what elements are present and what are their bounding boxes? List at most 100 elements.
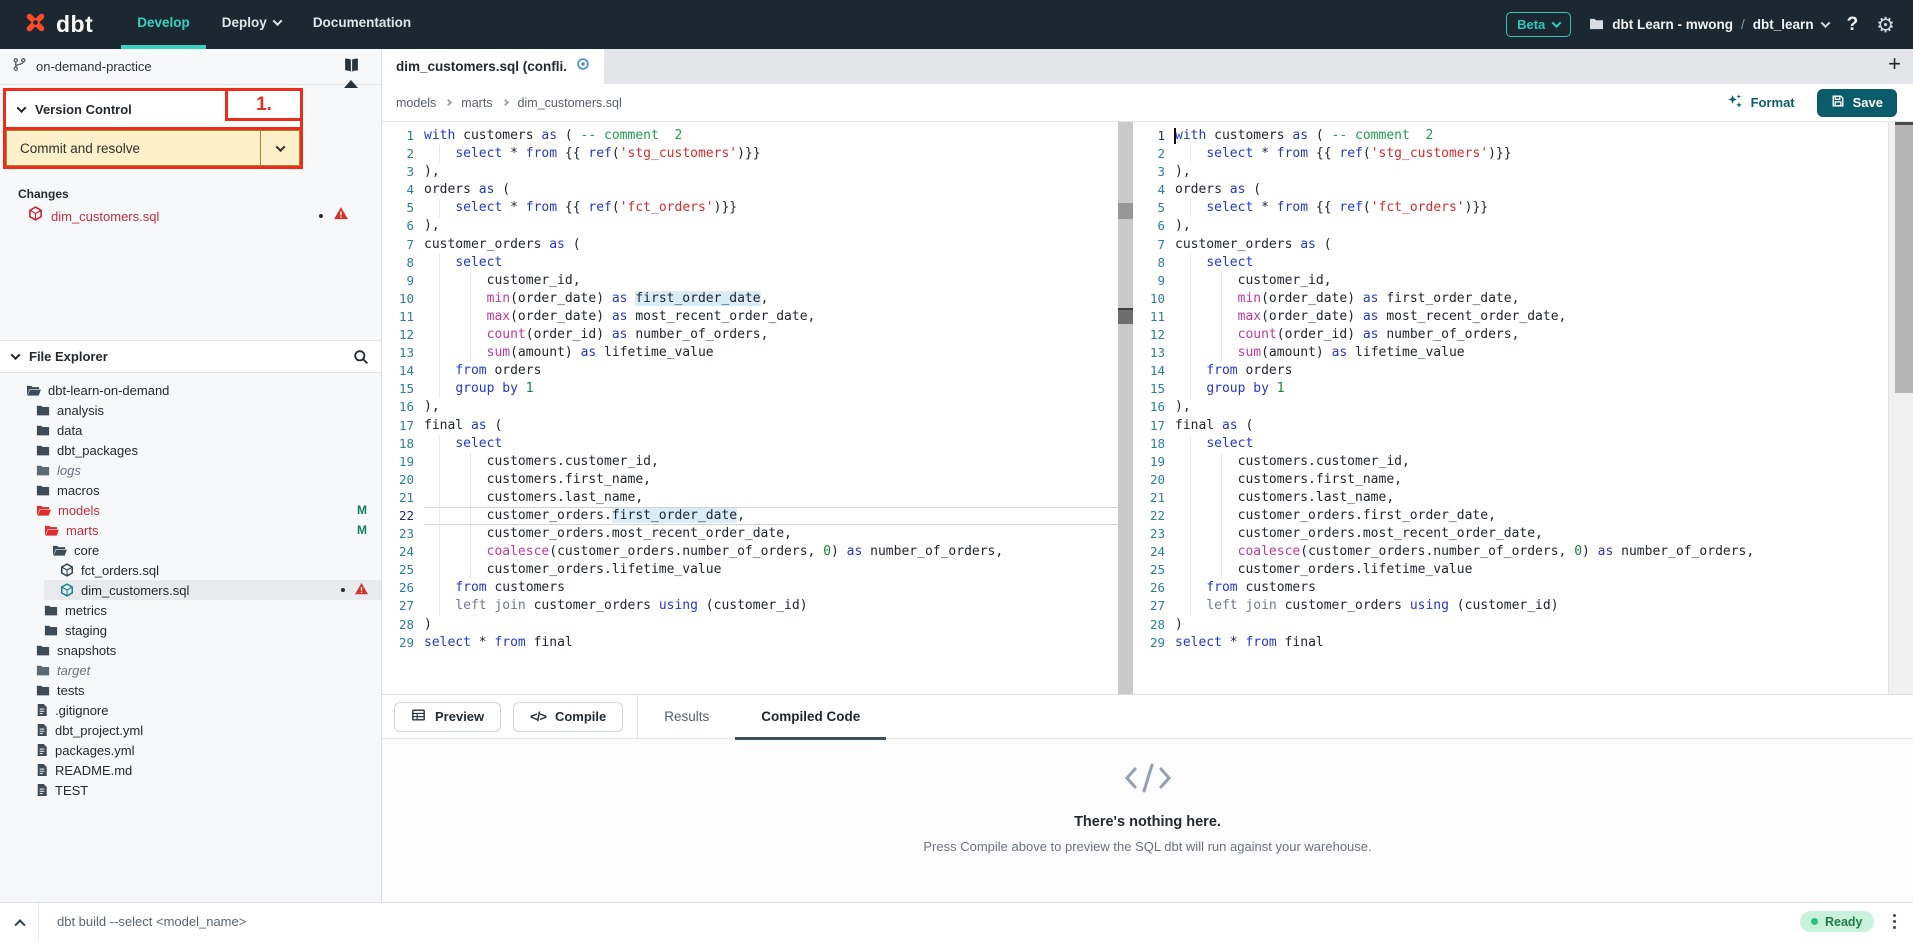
tree-item-metrics[interactable]: metrics [0, 600, 381, 620]
code-line-20[interactable]: 20 customers.first_name, [1133, 471, 1888, 489]
code-line-27[interactable]: 27 left join customer_orders using (cust… [382, 597, 1118, 615]
code-line-19[interactable]: 19 customers.customer_id, [382, 453, 1118, 471]
code-line-5[interactable]: 5 select * from {{ ref('fct_orders')}} [1133, 199, 1888, 217]
code-line-16[interactable]: 16), [1133, 398, 1888, 416]
scrollbar-thumb[interactable] [1895, 125, 1913, 393]
code-line-14[interactable]: 14 from orders [382, 362, 1118, 380]
save-button[interactable]: Save [1817, 89, 1897, 117]
code-line-19[interactable]: 19 customers.customer_id, [1133, 453, 1888, 471]
tree-item-dbt-project-yml[interactable]: dbt_project.yml [0, 720, 381, 740]
dbt-logo[interactable]: dbt [0, 0, 121, 49]
code-line-2[interactable]: 2 select * from {{ ref('stg_customers')}… [382, 145, 1118, 163]
code-line-26[interactable]: 26 from customers [382, 579, 1118, 597]
breadcrumb-models[interactable]: models [396, 96, 436, 110]
code-line-17[interactable]: 17final as ( [382, 417, 1118, 435]
tree-item-data[interactable]: data [0, 420, 381, 440]
code-line-9[interactable]: 9 customer_id, [1133, 272, 1888, 290]
code-line-26[interactable]: 26 from customers [1133, 579, 1888, 597]
compile-button[interactable]: </> Compile [513, 702, 623, 732]
code-line-12[interactable]: 12 count(order_id) as number_of_orders, [1133, 326, 1888, 344]
commit-dropdown-toggle[interactable] [260, 130, 300, 166]
code-line-27[interactable]: 27 left join customer_orders using (cust… [1133, 597, 1888, 615]
code-line-6[interactable]: 6), [382, 217, 1118, 235]
code-line-29[interactable]: 29select * from final [382, 634, 1118, 652]
code-line-23[interactable]: 23 customer_orders.most_recent_order_dat… [382, 525, 1118, 543]
tree-item-macros[interactable]: macros [0, 480, 381, 500]
right-editor-scrollbar[interactable] [1888, 122, 1913, 694]
tree-item-tests[interactable]: tests [0, 680, 381, 700]
code-line-28[interactable]: 28) [382, 616, 1118, 634]
new-tab-button[interactable]: + [1888, 51, 1901, 77]
code-line-22[interactable]: 22 customer_orders.first_order_date, [382, 507, 1118, 525]
beta-dropdown[interactable]: Beta [1506, 12, 1571, 37]
code-line-21[interactable]: 21 customers.last_name, [382, 489, 1118, 507]
code-line-13[interactable]: 13 sum(amount) as lifetime_value [382, 344, 1118, 362]
tab-compiled-code[interactable]: Compiled Code [735, 695, 886, 739]
code-line-3[interactable]: 3), [382, 163, 1118, 181]
code-line-13[interactable]: 13 sum(amount) as lifetime_value [1133, 344, 1888, 362]
code-line-8[interactable]: 8 select [382, 254, 1118, 272]
tree-item-target[interactable]: target [0, 660, 381, 680]
tree-item-test[interactable]: TEST [0, 780, 381, 800]
tree-item-dbt-packages[interactable]: dbt_packages [0, 440, 381, 460]
code-line-18[interactable]: 18 select [382, 435, 1118, 453]
code-line-9[interactable]: 9 customer_id, [382, 272, 1118, 290]
tree-item-marts[interactable]: martsM [0, 520, 381, 540]
editor-pane-right[interactable]: 1with customers as ( -- comment 22 selec… [1133, 122, 1888, 694]
left-editor-scrollbar[interactable] [1118, 122, 1133, 694]
code-line-4[interactable]: 4orders as ( [382, 181, 1118, 199]
nav-documentation[interactable]: Documentation [297, 0, 427, 49]
code-line-7[interactable]: 7customer_orders as ( [1133, 236, 1888, 254]
code-line-11[interactable]: 11 max(order_date) as most_recent_order_… [382, 308, 1118, 326]
code-line-24[interactable]: 24 coalesce(customer_orders.number_of_or… [1133, 543, 1888, 561]
code-line-14[interactable]: 14 from orders [1133, 362, 1888, 380]
code-line-22[interactable]: 22 customer_orders.first_order_date, [1133, 507, 1888, 525]
code-line-10[interactable]: 10 min(order_date) as first_order_date, [382, 290, 1118, 308]
tree-item-staging[interactable]: staging [0, 620, 381, 640]
breadcrumb-file[interactable]: dim_customers.sql [518, 96, 622, 110]
help-button[interactable]: ? [1847, 14, 1859, 36]
code-line-10[interactable]: 10 min(order_date) as first_order_date, [1133, 290, 1888, 308]
code-line-1[interactable]: 1with customers as ( -- comment 2 [382, 127, 1118, 145]
code-line-25[interactable]: 25 customer_orders.lifetime_value [1133, 561, 1888, 579]
command-input[interactable]: dbt build --select <model_name> [57, 914, 246, 929]
tab-results[interactable]: Results [638, 695, 735, 739]
tree-item-dim-customers-sql[interactable]: dim_customers.sql [0, 580, 381, 600]
file-explorer-header[interactable]: File Explorer [0, 340, 381, 373]
tree-item-dbt-learn-on-demand[interactable]: dbt-learn-on-demand [0, 380, 381, 400]
tree-item-logs[interactable]: logs [0, 460, 381, 480]
code-line-8[interactable]: 8 select [1133, 254, 1888, 272]
breadcrumb-marts[interactable]: marts [461, 96, 492, 110]
code-line-15[interactable]: 15 group by 1 [1133, 380, 1888, 398]
code-line-4[interactable]: 4orders as ( [1133, 181, 1888, 199]
code-line-23[interactable]: 23 customer_orders.most_recent_order_dat… [1133, 525, 1888, 543]
code-line-29[interactable]: 29select * from final [1133, 634, 1888, 652]
tree-item-models[interactable]: modelsM [0, 500, 381, 520]
tree-item-snapshots[interactable]: snapshots [0, 640, 381, 660]
code-line-3[interactable]: 3), [1133, 163, 1888, 181]
code-line-21[interactable]: 21 customers.last_name, [1133, 489, 1888, 507]
code-line-7[interactable]: 7customer_orders as ( [382, 236, 1118, 254]
tree-item-core[interactable]: core [0, 540, 381, 560]
tab-dim-customers[interactable]: dim_customers.sql (confli... [382, 49, 604, 84]
code-line-18[interactable]: 18 select [1133, 435, 1888, 453]
code-line-24[interactable]: 24 coalesce(customer_orders.number_of_or… [382, 543, 1118, 561]
code-line-5[interactable]: 5 select * from {{ ref('fct_orders')}} [382, 199, 1118, 217]
docs-book-icon[interactable] [342, 57, 361, 79]
tree-item-readme-md[interactable]: README.md [0, 760, 381, 780]
code-line-16[interactable]: 16), [382, 398, 1118, 416]
code-line-12[interactable]: 12 count(order_id) as number_of_orders, [382, 326, 1118, 344]
tree-item-fct-orders-sql[interactable]: fct_orders.sql [0, 560, 381, 580]
settings-gear-icon[interactable]: ⚙ [1876, 13, 1895, 37]
code-line-28[interactable]: 28) [1133, 616, 1888, 634]
git-branch-row[interactable]: on-demand-practice [0, 49, 381, 85]
format-button[interactable]: Format [1727, 93, 1795, 112]
changed-file-row[interactable]: dim_customers.sql [0, 204, 381, 228]
tree-item-analysis[interactable]: analysis [0, 400, 381, 420]
ready-status-badge[interactable]: Ready [1800, 911, 1874, 932]
expand-command-bar-button[interactable] [16, 918, 24, 926]
code-line-11[interactable]: 11 max(order_date) as most_recent_order_… [1133, 308, 1888, 326]
code-line-25[interactable]: 25 customer_orders.lifetime_value [382, 561, 1118, 579]
code-line-2[interactable]: 2 select * from {{ ref('stg_customers')}… [1133, 145, 1888, 163]
nav-deploy[interactable]: Deploy [206, 0, 297, 49]
